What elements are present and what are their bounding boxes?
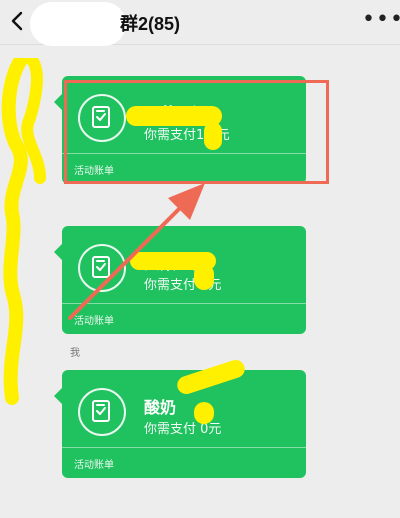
chevron-left-icon[interactable] (8, 10, 26, 32)
arrow-icon (68, 183, 205, 320)
redacted-title-area (30, 2, 126, 46)
bill-card-footer: 活动账单 (74, 460, 114, 471)
bill-icon (78, 388, 126, 436)
card-divider (62, 447, 306, 448)
redaction-mark (194, 402, 214, 424)
chat-title: 群2(85) (120, 14, 181, 34)
side-label: 我 (70, 348, 80, 359)
top-bar: 群2(85) ••• (0, 0, 400, 46)
more-icon[interactable]: ••• (362, 8, 400, 32)
bill-card-title: 酸奶 (144, 398, 177, 417)
